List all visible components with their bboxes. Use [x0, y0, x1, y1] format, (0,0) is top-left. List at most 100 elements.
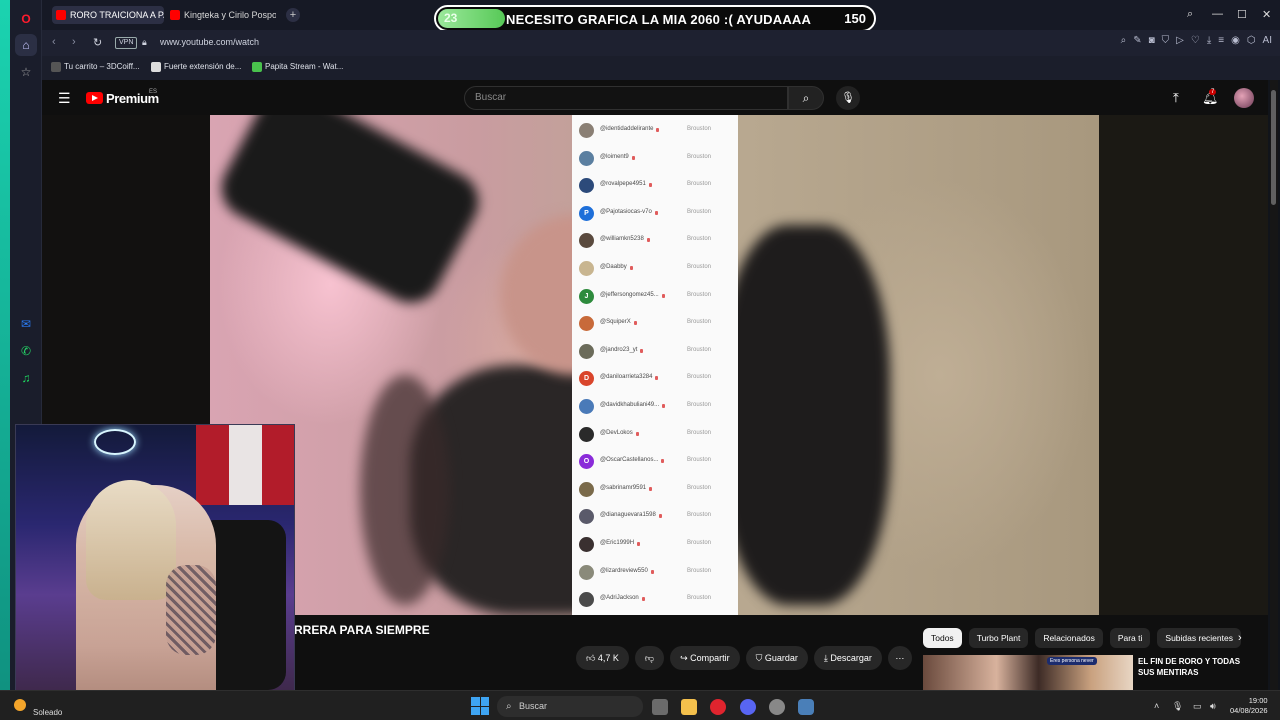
spotify-icon[interactable]: ♫: [15, 367, 37, 389]
shield-icon[interactable]: ⛉: [1162, 35, 1170, 46]
tray-chevron-icon[interactable]: ˄: [1154, 701, 1159, 711]
volume-icon[interactable]: 🔊︎: [1210, 701, 1216, 712]
follower-handle: @AdriJackson: [600, 595, 639, 602]
whatsapp-icon[interactable]: ✆: [15, 340, 37, 362]
search-icon[interactable]: ⌕: [1121, 35, 1127, 46]
reload-icon[interactable]: ↻: [93, 36, 102, 49]
like-button[interactable]: 👍︎ 4,7 K: [576, 646, 629, 670]
bookmark-label: Tu carrito – 3DCoiff...: [64, 62, 140, 71]
play-icon[interactable]: ▷: [1176, 35, 1184, 46]
follower-status: Brouston: [687, 291, 712, 298]
forward-icon[interactable]: ›: [72, 36, 76, 48]
follower-row: J @jeffersongomez45... Brouston: [572, 282, 738, 310]
heart-icon[interactable]: ♡: [1191, 35, 1200, 46]
chip-subidas-recientes[interactable]: Subidas recientes: [1157, 628, 1241, 648]
share-button[interactable]: ↪ Compartir: [670, 646, 740, 670]
minimize-icon[interactable]: —: [1212, 8, 1223, 20]
like-count: 4,7 K: [597, 653, 619, 663]
youtube-logo-icon[interactable]: [86, 92, 103, 104]
tab-kingteka[interactable]: Kingteka y Cirilo Pospo: [166, 6, 276, 24]
mic-tray-icon[interactable]: 🎙︎: [1172, 701, 1183, 712]
follower-badge-icon: [655, 376, 658, 381]
bookmark-item[interactable]: Fuerte extensión de...: [151, 62, 241, 72]
opera-logo-icon[interactable]: O: [15, 8, 37, 30]
home-icon[interactable]: ⌂: [15, 34, 37, 56]
download-button[interactable]: ⤓ Descargar: [813, 646, 882, 670]
search-input[interactable]: Buscar: [464, 86, 788, 110]
download-icon[interactable]: ⤓: [1207, 35, 1211, 46]
goal-current: 23: [444, 11, 458, 25]
related-video-thumbnail[interactable]: Eres persona never: [923, 655, 1133, 690]
bookmarks-star-icon[interactable]: ☆: [15, 61, 37, 83]
video-player[interactable]: @identidaddelirante Brouston @loiment9 Brou…: [210, 115, 1099, 615]
chip-todos[interactable]: Todos: [923, 628, 962, 648]
chevron-right-icon[interactable]: ›: [1238, 632, 1242, 644]
follower-badge-icon: [632, 155, 635, 160]
upload-icon[interactable]: ⤒: [1173, 90, 1179, 106]
follower-handle: @Pajotasiocas-v7o: [600, 208, 652, 215]
follower-row: @SquiperX Brouston: [572, 309, 738, 337]
clock-time: 19:00: [1248, 696, 1268, 705]
avatar[interactable]: [1234, 88, 1254, 108]
bookmark-item[interactable]: Tu carrito – 3DCoiff...: [51, 62, 140, 72]
follower-handle: @OscarCastellanos...: [600, 457, 659, 464]
follower-handle: @jeffersongomez45...: [600, 291, 659, 298]
task-view-icon[interactable]: [652, 699, 668, 715]
discord-icon[interactable]: [740, 699, 756, 715]
back-icon[interactable]: ‹: [52, 36, 56, 48]
network-icon[interactable]: ▭: [1193, 701, 1202, 712]
follower-status: Brouston: [687, 429, 712, 436]
bookmark-item[interactable]: Papita Stream - Wat...: [252, 62, 343, 72]
follower-badge-icon: [662, 293, 665, 298]
close-icon[interactable]: ✕: [1262, 8, 1271, 21]
search-button[interactable]: ⌕: [788, 86, 824, 110]
search-tabs-icon[interactable]: ⌕: [1187, 8, 1193, 21]
taskbar-search[interactable]: Buscar: [497, 696, 643, 717]
follower-avatar: [579, 481, 594, 497]
sun-icon[interactable]: [14, 699, 26, 711]
related-video-title[interactable]: EL FIN DE RORO Y TODAS SUS MENTIRAS: [1138, 656, 1258, 678]
follower-handle: @DevLokos: [600, 429, 633, 436]
mic-icon[interactable]: 🎙︎: [836, 86, 860, 110]
save-button[interactable]: ⛉ Guardar: [745, 646, 808, 670]
opera-taskbar-icon[interactable]: [710, 699, 726, 715]
follower-badge-icon: [636, 431, 639, 436]
clock-date: 04/08/2026: [1230, 706, 1268, 715]
stream-border: [0, 0, 10, 720]
chip-turbo-plant[interactable]: Turbo Plant: [968, 628, 1029, 648]
weather-label[interactable]: Soleado: [33, 708, 62, 717]
follower-status: Brouston: [687, 181, 712, 188]
follower-row: P @Pajotasiocas-v7o Brouston: [572, 199, 738, 227]
chip-relacionados[interactable]: Relacionados: [1035, 628, 1103, 648]
follower-handle: @Eric1999H: [600, 540, 635, 546]
ai-button[interactable]: AI: [1263, 35, 1272, 46]
menu-icon[interactable]: ≡: [1218, 35, 1224, 46]
chip-para-ti[interactable]: Para ti: [1109, 628, 1151, 648]
extension-icon[interactable]: ⬡: [1247, 35, 1256, 46]
follower-avatar: J: [579, 288, 594, 304]
file-explorer-icon[interactable]: [681, 699, 697, 715]
windows-start-icon[interactable]: [471, 697, 489, 715]
follower-row: @rovalpepe4951 Brouston: [572, 171, 738, 199]
edit-icon[interactable]: ✎: [1133, 35, 1141, 46]
settings-icon[interactable]: [798, 699, 814, 715]
maximize-icon[interactable]: ☐: [1237, 8, 1247, 21]
scrollbar-thumb[interactable]: [1271, 90, 1276, 205]
vpn-badge[interactable]: VPN: [115, 37, 138, 49]
url-field[interactable]: www.youtube.com/watch: [160, 37, 259, 47]
new-tab-button[interactable]: +: [286, 8, 300, 22]
bookmark-favicon-icon: [51, 62, 61, 72]
system-clock[interactable]: 19:00 04/08/2026: [1230, 696, 1268, 716]
tab-roro[interactable]: RORO TRAICIONA A PAB: [52, 6, 164, 24]
menu-hamburger-icon[interactable]: ☰: [58, 90, 71, 107]
dislike-button[interactable]: 👎︎: [634, 646, 665, 670]
messenger-icon[interactable]: ✉: [15, 313, 37, 335]
camera-icon[interactable]: ◙: [1149, 35, 1155, 46]
more-actions-button[interactable]: ⋯: [887, 646, 912, 670]
obs-icon[interactable]: [769, 699, 785, 715]
filter-chips: Todos Turbo Plant Relacionados Para ti S…: [923, 628, 1241, 648]
bookmark-icon: ⛉: [755, 653, 765, 663]
follower-handle: @jandro23_yt: [600, 346, 638, 353]
profile-icon[interactable]: ◉: [1231, 35, 1240, 46]
save-label: Guardar: [764, 653, 798, 663]
